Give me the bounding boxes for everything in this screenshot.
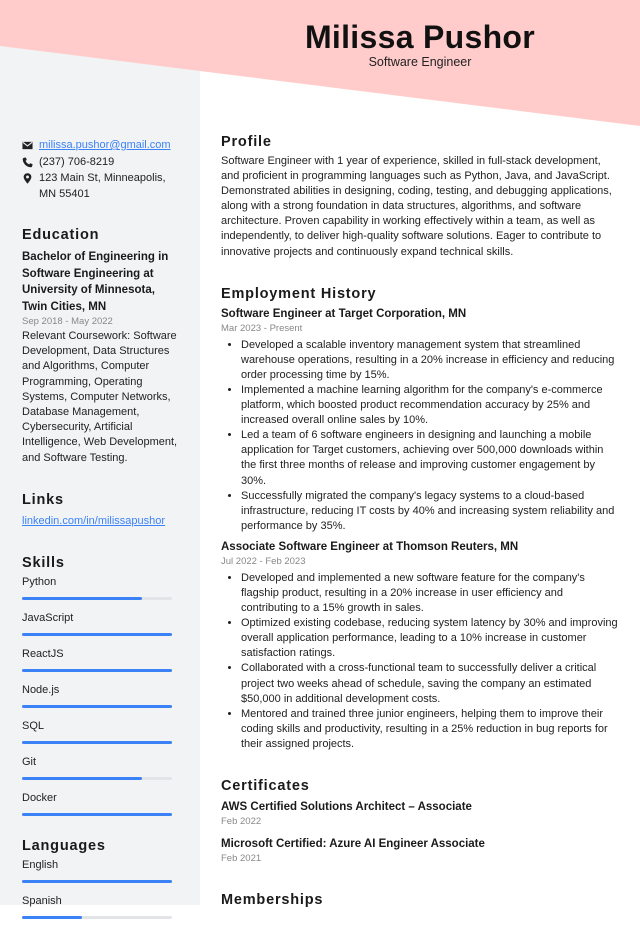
skill-label: Git (22, 756, 37, 769)
job-bullets: Developed a scalable inventory managemen… (221, 338, 621, 534)
job-dates: Mar 2023 - Present (221, 322, 303, 334)
certificate-item: AWS Certified Solutions Architect – Asso… (221, 799, 621, 829)
education-section: Education Bachelor of Engineering in Sof… (22, 227, 180, 466)
skills-heading: Skills (22, 555, 65, 572)
certificates-heading: Certificates (221, 778, 310, 794)
language-label: Spanish (22, 895, 62, 908)
phone-icon (22, 156, 33, 167)
education-heading: Education (22, 227, 100, 243)
skill-item: Git (22, 754, 180, 781)
level-bar-fill (22, 597, 142, 601)
contact-phone: (237) 706-8219 (22, 155, 180, 171)
phone-number: (237) 706-8219 (39, 155, 115, 168)
job-bullet: Successfully migrated the company's lega… (241, 489, 621, 534)
education-degree: Bachelor of Engineering in Software Engi… (22, 251, 169, 313)
level-bar (22, 813, 172, 817)
contact-address: 123 Main St, Minneapolis, MN 55401 (22, 171, 180, 202)
language-item: English (22, 857, 180, 884)
job-bullet: Led a team of 6 software engineers in de… (241, 428, 621, 488)
languages-heading: Languages (22, 838, 106, 855)
level-bar-fill (22, 741, 172, 745)
candidate-title: Software Engineer (368, 55, 472, 69)
job-bullet: Developed and implemented a new software… (241, 571, 621, 616)
profile-text: Software Engineer with 1 year of experie… (221, 155, 612, 258)
level-bar-fill (22, 777, 142, 781)
address: 123 Main St, Minneapolis, MN 55401 (39, 172, 166, 200)
skill-label: SQL (22, 720, 45, 733)
links-section: Links linkedin.com/in/milissapushor (22, 492, 180, 529)
level-bar (22, 777, 172, 781)
certificates-section: Certificates AWS Certified Solutions Arc… (221, 778, 621, 866)
email-link[interactable]: milissa.pushor@gmail.com (39, 138, 171, 154)
education-details: Relevant Coursework: Software Developmen… (22, 330, 178, 464)
level-bar (22, 633, 172, 637)
certificates-list: AWS Certified Solutions Architect – Asso… (221, 799, 621, 866)
skill-item: Docker (22, 790, 180, 817)
employment-section: Employment History Software Engineer at … (221, 286, 621, 752)
main-content: Profile Software Engineer with 1 year of… (221, 134, 621, 912)
job-title: Software Engineer at Target Corporation,… (221, 307, 467, 320)
job-bullet: Mentored and trained three junior engine… (241, 707, 621, 752)
level-bar (22, 597, 172, 601)
job-bullet: Implemented a machine learning algorithm… (241, 383, 621, 428)
level-bar (22, 916, 172, 920)
language-item: Spanish (22, 893, 180, 920)
profile-section: Profile Software Engineer with 1 year of… (221, 134, 621, 260)
header: Milissa Pushor Software Engineer (200, 18, 640, 69)
languages-section: Languages English Spanish (22, 838, 180, 920)
level-bar-fill (22, 880, 172, 884)
certificate-item: Microsoft Certified: Azure AI Engineer A… (221, 836, 621, 866)
job-bullet: Developed a scalable inventory managemen… (241, 338, 621, 383)
job-dates: Jul 2022 - Feb 2023 (221, 555, 306, 567)
skill-label: JavaScript (22, 612, 74, 625)
level-bar-fill (22, 669, 172, 673)
level-bar-fill (22, 633, 172, 637)
envelope-icon (22, 141, 33, 150)
skill-label: Docker (22, 792, 57, 805)
education-dates: Sep 2018 - May 2022 (22, 316, 113, 327)
skill-item: JavaScript (22, 610, 180, 637)
linkedin-link[interactable]: linkedin.com/in/milissapushor (22, 514, 180, 529)
job-bullets: Developed and implemented a new software… (221, 571, 621, 752)
skill-label: Python (22, 576, 57, 589)
skill-item: Python (22, 574, 180, 601)
level-bar (22, 741, 172, 745)
skill-label: Node.js (22, 684, 60, 697)
level-bar (22, 669, 172, 673)
contact-email: milissa.pushor@gmail.com (22, 138, 180, 154)
job-entry: Associate Software Engineer at Thomson R… (221, 539, 621, 752)
candidate-name: Milissa Pushor (304, 19, 536, 55)
sidebar: milissa.pushor@gmail.com (237) 706-8219 … (22, 138, 180, 929)
job-entry: Software Engineer at Target Corporation,… (221, 306, 621, 534)
skill-item: Node.js (22, 682, 180, 709)
job-bullet: Collaborated with a cross-functional tea… (241, 661, 621, 706)
skill-item: SQL (22, 718, 180, 745)
level-bar (22, 880, 172, 884)
certificate-title: Microsoft Certified: Azure AI Engineer A… (221, 838, 485, 850)
skill-label: ReactJS (22, 648, 64, 661)
memberships-section: Memberships (221, 892, 621, 908)
job-bullet: Optimized existing codebase, reducing sy… (241, 616, 621, 661)
links-heading: Links (22, 491, 64, 508)
level-bar (22, 705, 172, 709)
skills-section: Skills Python JavaScript ReactJS Node.js SQL… (22, 555, 180, 817)
skill-item: ReactJS (22, 646, 180, 673)
language-label: English (22, 859, 59, 872)
employment-heading: Employment History (221, 285, 377, 302)
jobs-list: Software Engineer at Target Corporation,… (221, 306, 621, 752)
certificate-date: Feb 2021 (221, 853, 262, 864)
languages-list: English Spanish (22, 857, 180, 920)
memberships-heading: Memberships (221, 892, 324, 908)
level-bar-fill (22, 813, 172, 817)
map-pin-icon (23, 173, 32, 184)
skills-list: Python JavaScript ReactJS Node.js SQL Git Dock… (22, 574, 180, 817)
level-bar-fill (22, 916, 82, 920)
profile-heading: Profile (221, 134, 272, 150)
job-title: Associate Software Engineer at Thomson R… (221, 540, 519, 553)
certificate-date: Feb 2022 (221, 816, 262, 827)
level-bar-fill (22, 705, 172, 709)
contact-section: milissa.pushor@gmail.com (237) 706-8219 … (22, 138, 180, 202)
certificate-title: AWS Certified Solutions Architect – Asso… (221, 801, 472, 813)
